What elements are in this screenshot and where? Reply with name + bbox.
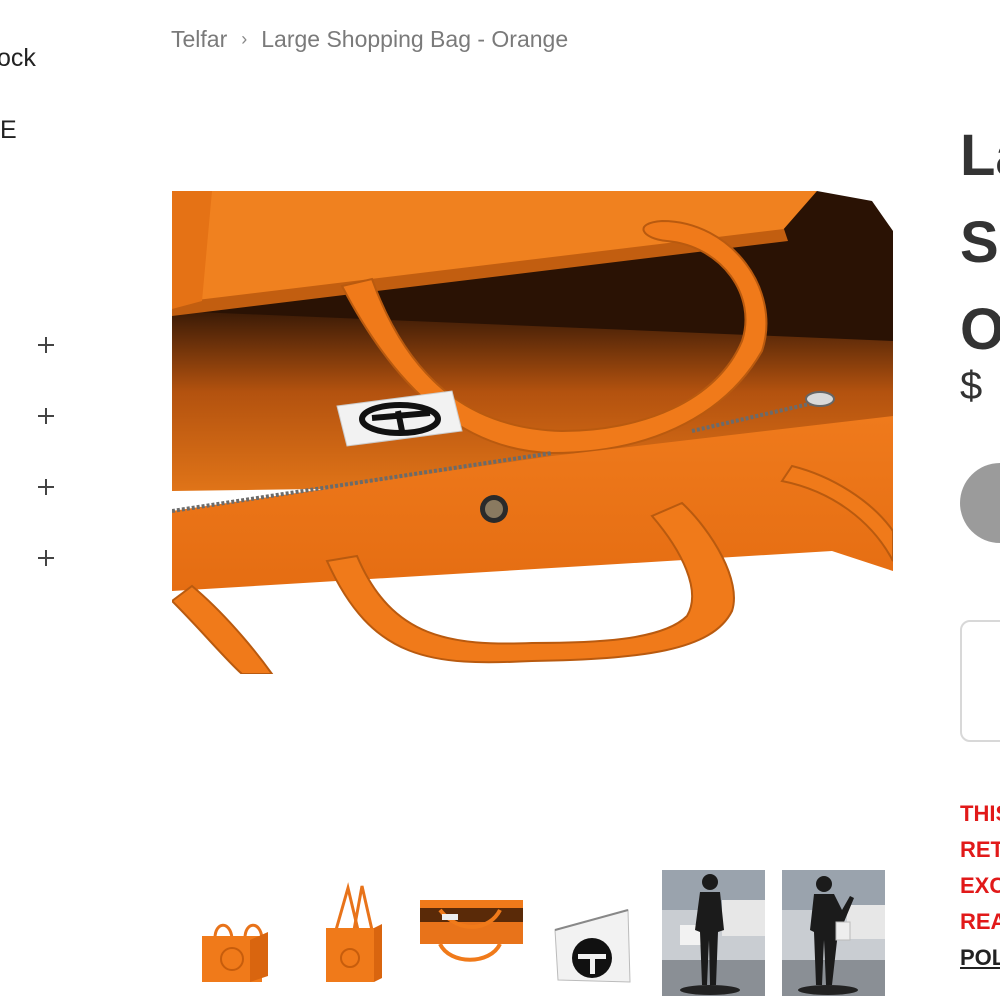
expand-filter-3-plus-icon[interactable] xyxy=(36,477,56,497)
expand-filter-1-plus-icon[interactable] xyxy=(36,335,56,355)
breadcrumb: Telfar › Large Shopping Bag - Orange xyxy=(171,26,568,53)
quantity-box[interactable] xyxy=(960,620,1000,742)
chevron-right-icon: › xyxy=(241,29,248,49)
expand-filter-4-plus-icon[interactable] xyxy=(36,548,56,568)
return-policy-notice: THIS RET EXC REA POL xyxy=(960,796,1000,976)
sidebar-filter-label[interactable]: E xyxy=(0,116,17,145)
thumbnail-bag-front[interactable] xyxy=(190,870,293,996)
notice-line-1: THIS xyxy=(960,801,1000,826)
breadcrumb-home-link[interactable]: Telfar xyxy=(171,26,227,53)
thumbnail-dustbag[interactable] xyxy=(550,870,653,996)
policy-link[interactable]: POL xyxy=(960,940,1000,976)
thumbnail-bag-interior[interactable] xyxy=(420,870,523,996)
main-product-image[interactable] xyxy=(172,191,893,674)
product-title: La S O xyxy=(960,123,1000,362)
thumbnail-mannequin-with-bag[interactable] xyxy=(782,870,885,996)
thumbnail-mannequin[interactable] xyxy=(662,870,765,996)
thumbnail-bag-side[interactable] xyxy=(314,870,417,996)
breadcrumb-current-page: Large Shopping Bag - Orange xyxy=(261,26,569,52)
product-price: $ xyxy=(960,364,983,408)
notice-line-3: EXC xyxy=(960,873,1000,898)
sidebar-stock-filter-label[interactable]: ock xyxy=(0,44,36,73)
notice-line-4: REA xyxy=(960,909,1000,934)
expand-filter-2-plus-icon[interactable] xyxy=(36,406,56,426)
notice-line-2: RET xyxy=(960,837,1000,862)
add-to-cart-button[interactable] xyxy=(960,463,1000,543)
